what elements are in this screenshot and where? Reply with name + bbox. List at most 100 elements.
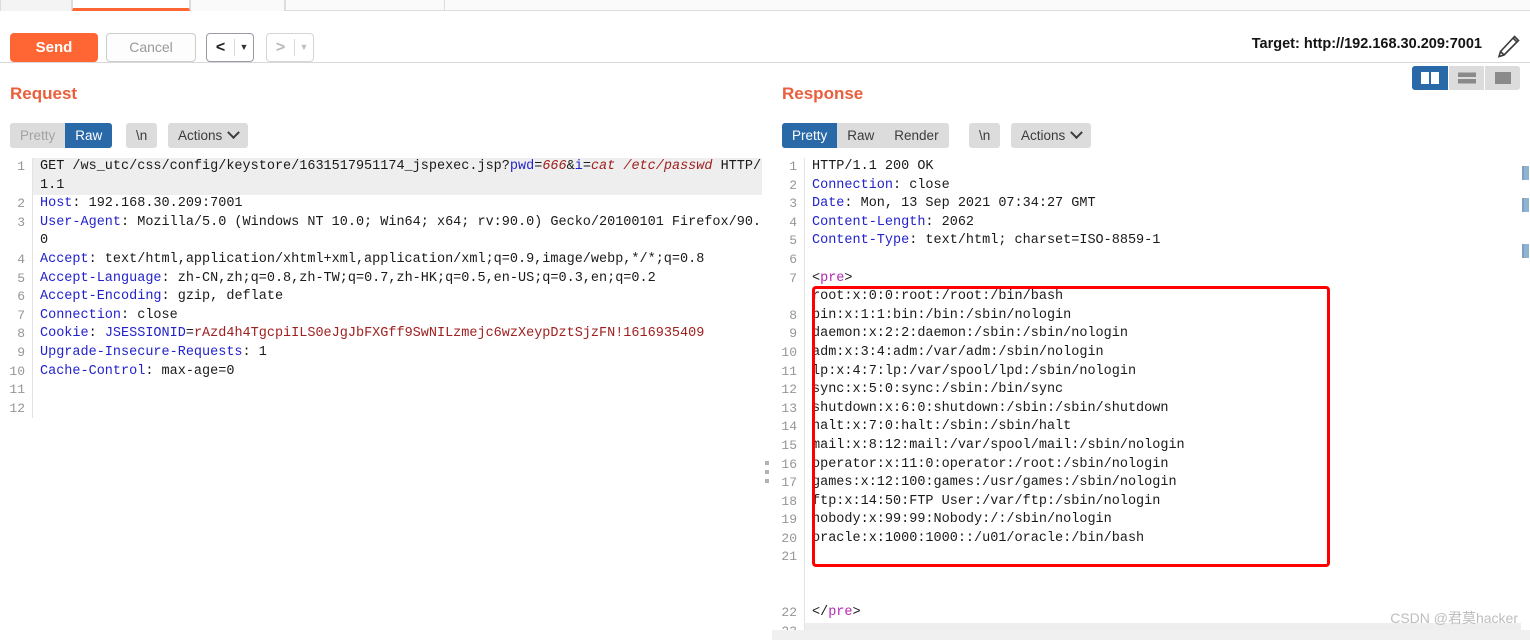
response-tab-pretty[interactable]: Pretty [782,123,838,148]
code-segment: Cache-Control [40,363,146,379]
line-text[interactable]: Cookie: JSESSIONID=rAzd4h4TgcpiILS0eJgJb… [32,325,762,344]
line-text[interactable]: games:x:12:100:games:/usr/games:/sbin/no… [804,474,1530,493]
divider-grip[interactable] [765,461,769,488]
code-segment: nobody:x:99:99:Nobody:/:/sbin/nologin [812,512,1112,528]
code-segment: Accept-Language [40,270,162,286]
request-actions-menu[interactable]: Actions [168,123,249,148]
line-text[interactable]: bin:x:1:1:bin:/bin:/sbin/nologin [804,306,1530,326]
code-line: 13 shutdown:x:6:0:shutdown:/sbin:/sbin/sh… [772,399,1530,419]
go-back-button[interactable]: < ▼ [206,33,254,62]
request-tab-pretty[interactable]: Pretty [10,123,66,148]
target-label: Target: http://192.168.30.209:7001 [1251,36,1482,52]
line-text[interactable]: Cache-Control: max-age=0 [32,362,762,382]
code-segment: : close [893,177,950,193]
response-tab-raw[interactable]: Raw [837,123,885,148]
line-number: 18 [781,493,797,509]
line-text[interactable]: Accept: text/html,application/xhtml+xml,… [32,250,762,270]
code-segment: : gzip, deflate [161,289,284,305]
watermark: CSDN @君莫hacker [1390,610,1518,626]
line-text[interactable] [32,381,762,400]
response-scrollbar[interactable] [1521,158,1530,640]
top-tab-active[interactable] [72,0,190,11]
go-forward-button[interactable]: > ▼ [266,33,314,62]
top-tab-1[interactable] [0,0,72,11]
response-editor[interactable]: 1 HTTP/1.1 200 OK 2 Connection: close 3 Date:… [772,158,1530,640]
line-number: 3 [789,196,797,212]
line-text[interactable]: Host: 192.168.30.209:7001 [32,195,762,214]
chevron-down-icon[interactable]: ▼ [295,34,313,61]
line-text[interactable]: sync:x:5:0:sync:/sbin:/bin/sync [804,381,1530,400]
request-editor[interactable]: 1 GET /ws_utc/css/config/keystore/1631517… [0,158,762,640]
pencil-icon[interactable] [1494,33,1522,61]
line-number: 1 [789,159,797,174]
line-text[interactable]: mail:x:8:12:mail:/var/spool/mail:/sbin/n… [804,436,1530,456]
response-newline-button[interactable]: \n [969,123,1001,148]
cancel-button[interactable]: Cancel [106,33,196,62]
code-line: 6 Accept-Encoding: gzip, deflate [0,288,762,307]
split-horizontal-icon[interactable] [1448,66,1484,90]
line-text[interactable]: Connection: close [804,176,1530,196]
line-text[interactable]: HTTP/1.1 200 OK [804,158,1530,177]
line-text[interactable]: halt:x:7:0:halt:/sbin:/sbin/halt [804,418,1530,437]
line-text[interactable] [804,250,1530,270]
line-text[interactable]: Content-Type: text/html; charset=ISO-885… [804,232,1530,251]
top-tab-3[interactable] [190,0,285,11]
line-text[interactable]: Date: Mon, 13 Sep 2021 07:34:27 GMT [804,195,1530,214]
code-segment: : 1 [242,344,267,360]
line-text[interactable]: shutdown:x:6:0:shutdown:/sbin:/sbin/shut… [804,399,1530,419]
line-text[interactable]: Accept-Language: zh-CN,zh;q=0.8,zh-TW;q=… [32,269,762,289]
line-text[interactable]: nobody:x:99:99:Nobody:/:/sbin/nologin [804,511,1530,530]
code-line: 8 bin:x:1:1:bin:/bin:/sbin/nologin [772,306,1530,326]
line-text[interactable]: ftp:x:14:50:FTP User:/var/ftp:/sbin/nolo… [804,492,1530,512]
line-number: 9 [789,326,797,342]
line-text[interactable]: <pre> [804,269,1530,289]
code-segment: oracle:x:1000:1000::/u01/oracle:/bin/bas… [812,530,1145,546]
line-number: 11 [9,382,25,398]
line-text[interactable] [804,585,1530,605]
line-text[interactable] [32,399,762,419]
request-tab-raw[interactable]: Raw [65,123,113,148]
line-text[interactable]: Accept-Encoding: gzip, deflate [32,288,762,307]
line-text[interactable] [804,548,1530,568]
code-segment: = [582,159,591,174]
code-segment: Connection [40,307,122,323]
response-tab-render[interactable]: Render [884,123,949,148]
code-line: 2 Connection: close [772,176,1530,196]
request-newline-button[interactable]: \n [126,123,158,148]
code-segment: & [566,159,575,174]
send-button[interactable]: Send [10,33,98,62]
response-actions-menu[interactable]: Actions [1011,123,1092,148]
chevron-down-icon [1070,126,1084,140]
code-line: 12 [0,399,762,419]
line-text[interactable]: GET /ws_utc/css/config/keystore/16315179… [32,158,762,196]
line-text[interactable]: adm:x:3:4:adm:/var/adm:/sbin/nologin [804,343,1530,363]
code-line: 11 lp:x:4:7:lp:/var/spool/lpd:/sbin/nolog… [772,362,1530,382]
code-line: 7 <pre> [772,269,1530,289]
code-segment: daemon:x:2:2:daemon:/sbin:/sbin/nologin [812,326,1128,342]
code-segment: root:x:0:0:root:/root:/bin/bash [812,289,1064,305]
code-segment: : text/html,application/xhtml+xml,applic… [88,251,705,267]
response-view-tabs: Pretty Raw Render [782,123,949,148]
chevron-down-icon[interactable]: ▼ [235,34,253,61]
line-number: 5 [17,270,25,286]
request-panel: Request Pretty Raw \n Actions 1 GET /ws_ut… [0,63,762,640]
line-text[interactable]: lp:x:4:7:lp:/var/spool/lpd:/sbin/nologin [804,362,1530,382]
line-text[interactable]: operator:x:11:0:operator:/root:/sbin/nol… [804,455,1530,475]
single-pane-icon[interactable] [1484,66,1520,90]
line-text[interactable]: Content-Length: 2062 [804,213,1530,233]
line-text[interactable]: User-Agent: Mozilla/5.0 (Windows NT 10.0… [32,213,762,251]
code-line: 20 oracle:x:1000:1000::/u01/oracle:/bin/b… [772,529,1530,549]
forward-arrow-icon: > [275,39,286,56]
split-vertical-icon[interactable] [1412,66,1448,90]
top-tab-4[interactable] [285,0,445,11]
line-number [772,288,804,307]
line-text[interactable] [804,567,1530,586]
code-segment: Upgrade-Insecure-Requests [40,344,243,360]
line-text[interactable]: oracle:x:1000:1000::/u01/oracle:/bin/bas… [804,529,1530,549]
line-text[interactable]: daemon:x:2:2:daemon:/sbin:/sbin/nologin [804,325,1530,344]
line-text[interactable]: root:x:0:0:root:/root:/bin/bash [804,288,1530,307]
panel-divider[interactable] [762,63,772,640]
code-line: 9 Upgrade-Insecure-Requests: 1 [0,343,762,363]
line-text[interactable]: Connection: close [32,306,762,326]
line-text[interactable]: Upgrade-Insecure-Requests: 1 [32,343,762,363]
